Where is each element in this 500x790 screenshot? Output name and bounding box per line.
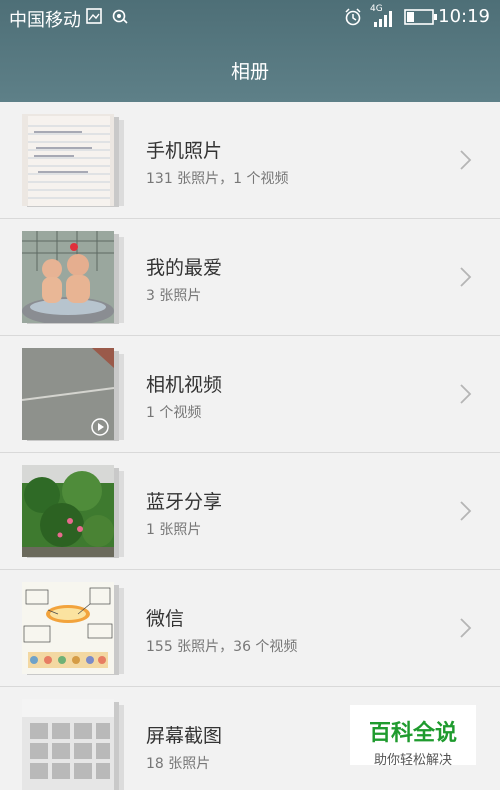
album-count: 155 张照片，36 个视频 (146, 639, 298, 655)
album-row-wechat[interactable]: 微信 155 张照片，36 个视频 (0, 570, 500, 687)
chevron-right-icon (460, 501, 472, 521)
chevron-right-icon (460, 384, 472, 404)
album-row-favorites[interactable]: 我的最爱 3 张照片 (0, 219, 500, 336)
carrier-label: 中国移动 (9, 10, 81, 31)
signal-strength-icon (374, 11, 392, 27)
album-cover-thumbnail (22, 699, 114, 790)
watermark-subtitle: 助你轻松解决 (373, 753, 452, 768)
album-row-bluetooth-share[interactable]: 蓝牙分享 1 张照片 (0, 453, 500, 570)
status-bar: 中国移动 4G 10:19 (0, 0, 500, 36)
album-name: 微信 (146, 608, 185, 630)
album-count: 18 张照片 (146, 756, 211, 772)
album-cover-thumbnail (22, 465, 114, 557)
album-thumbnail-stack (22, 582, 126, 675)
album-thumbnail-stack (22, 699, 126, 790)
chevron-right-icon (460, 150, 472, 170)
album-name: 屏幕截图 (146, 725, 223, 747)
app-header: 中国移动 4G 10:19 相册 (0, 0, 500, 102)
watermark-badge: 百科全说 助你轻松解决 (350, 705, 476, 768)
album-thumbnail-stack (22, 231, 126, 324)
album-name: 相机视频 (146, 374, 223, 396)
album-name: 蓝牙分享 (146, 491, 223, 513)
album-row-phone-photos[interactable]: 手机照片 131 张照片，1 个视频 (0, 102, 500, 219)
settings-notification-icon (112, 9, 128, 24)
album-row-camera-videos[interactable]: 相机视频 1 个视频 (0, 336, 500, 453)
gallery-notification-icon (86, 8, 102, 24)
page-title: 相册 (230, 61, 269, 83)
album-count: 1 张照片 (146, 522, 202, 538)
album-count: 131 张照片，1 个视频 (146, 171, 289, 187)
alarm-icon (345, 8, 361, 26)
album-thumbnail-stack (22, 465, 126, 558)
chevron-right-icon (460, 618, 472, 638)
battery-icon (404, 9, 437, 25)
album-name: 我的最爱 (146, 257, 223, 279)
album-thumbnail-stack (22, 114, 126, 207)
album-cover-thumbnail (22, 348, 114, 440)
album-name: 手机照片 (146, 140, 223, 162)
album-cover-thumbnail (22, 582, 114, 674)
album-cover-thumbnail (22, 231, 114, 323)
chevron-right-icon (460, 267, 472, 287)
album-cover-thumbnail (22, 114, 114, 206)
album-count: 1 个视频 (146, 405, 202, 421)
album-thumbnail-stack (22, 348, 126, 441)
clock: 10:19 (438, 6, 490, 27)
watermark-title: 百科全说 (368, 721, 457, 746)
album-count: 3 张照片 (146, 288, 202, 304)
